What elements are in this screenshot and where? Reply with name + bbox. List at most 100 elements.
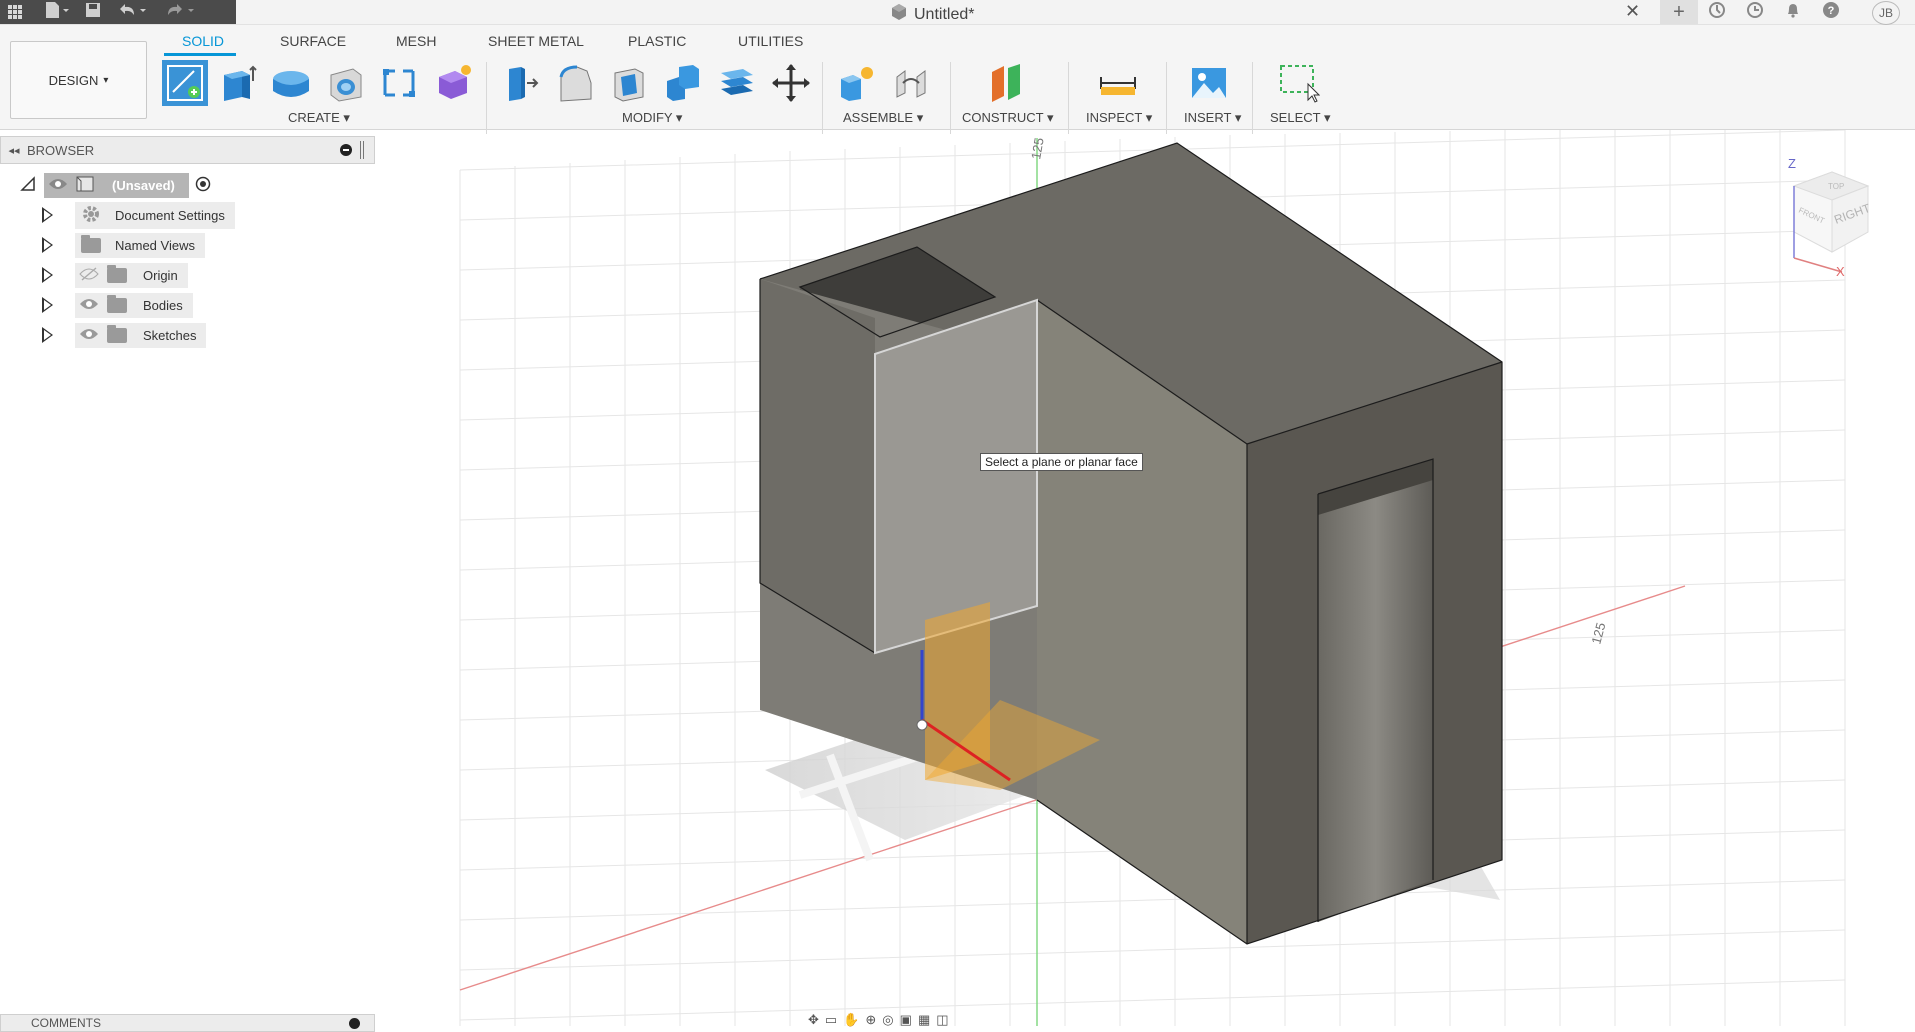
- tree-root[interactable]: (Unsaved): [20, 172, 211, 198]
- viewcube: RIGHT FRONT TOP Z X: [1788, 156, 1873, 279]
- zoom-icon[interactable]: ⊕: [865, 1012, 876, 1027]
- tab-plastic[interactable]: PLASTIC: [628, 33, 686, 49]
- file-icon[interactable]: [44, 1, 70, 23]
- browser-header: ◂◂ BROWSER: [0, 136, 375, 164]
- expand-triangle-icon[interactable]: [42, 237, 53, 253]
- select-window-icon[interactable]: [1276, 60, 1322, 106]
- workspace-switcher[interactable]: DESIGN ▾: [10, 41, 147, 119]
- panel-divider-handle[interactable]: [360, 141, 364, 159]
- tree-item-origin[interactable]: Origin: [42, 262, 188, 288]
- history-icon[interactable]: [1736, 1, 1774, 23]
- grid-menu-icon[interactable]: [0, 0, 30, 24]
- shell-icon[interactable]: [606, 60, 652, 106]
- fit-icon[interactable]: ◎: [882, 1012, 893, 1027]
- tab-sheet-metal[interactable]: SHEET METAL: [488, 33, 584, 49]
- expand-comments-icon[interactable]: [349, 1018, 360, 1029]
- component-icon: [74, 175, 96, 196]
- group-separator: [486, 62, 487, 134]
- undo-icon[interactable]: [116, 1, 150, 23]
- measure-icon[interactable]: [1095, 60, 1141, 106]
- viewcube-top: TOP: [1828, 182, 1844, 191]
- revolve-icon[interactable]: [268, 60, 314, 106]
- viewports-icon[interactable]: ◫: [936, 1012, 948, 1027]
- tree-label: Named Views: [107, 234, 205, 256]
- eye-icon[interactable]: [79, 327, 99, 344]
- job-status-icon[interactable]: [1698, 1, 1736, 23]
- construct-plane-icon[interactable]: [983, 60, 1029, 106]
- expand-triangle-icon[interactable]: [42, 297, 53, 313]
- comments-title: COMMENTS: [31, 1016, 101, 1030]
- eye-icon[interactable]: [48, 177, 68, 194]
- plus-icon[interactable]: +: [1660, 0, 1698, 24]
- browser-panel: ◂◂ BROWSER (Unsaved) Document Settings N…: [0, 130, 375, 1026]
- create-menu[interactable]: CREATE ▾: [288, 110, 350, 126]
- comments-panel[interactable]: COMMENTS: [0, 1014, 375, 1032]
- folder-icon: [81, 234, 101, 253]
- tree-item-bodies[interactable]: Bodies: [42, 292, 193, 318]
- insert-image-icon[interactable]: [1186, 60, 1232, 106]
- tree-item-sketches[interactable]: Sketches: [42, 322, 207, 348]
- axis-label-top: 125: [1028, 137, 1047, 161]
- grid-settings-icon[interactable]: ▦: [918, 1012, 930, 1027]
- help-icon[interactable]: ?: [1812, 1, 1850, 23]
- expand-triangle-icon[interactable]: [42, 327, 53, 343]
- group-separator: [1068, 62, 1069, 134]
- press-pull-icon[interactable]: [498, 60, 544, 106]
- minimize-panel-icon[interactable]: [340, 144, 352, 156]
- tooltip: Select a plane or planar face: [980, 453, 1143, 471]
- look-at-icon[interactable]: ▭: [825, 1012, 837, 1027]
- avatar[interactable]: JB: [1872, 1, 1900, 25]
- display-settings-icon[interactable]: ▣: [900, 1012, 912, 1027]
- collapse-panel-icon[interactable]: ◂◂: [1, 144, 27, 157]
- solid-body: [759, 142, 1503, 945]
- activate-radio-icon[interactable]: [195, 176, 211, 195]
- expand-triangle-icon[interactable]: [42, 267, 53, 283]
- offset-plane-icon[interactable]: [714, 60, 760, 106]
- create-sketch-icon[interactable]: [162, 60, 208, 106]
- header-tools: + ?: [1660, 0, 1850, 24]
- hole-icon[interactable]: [322, 60, 368, 106]
- collapse-triangle-icon[interactable]: [20, 175, 38, 195]
- combine-icon[interactable]: [660, 60, 706, 106]
- tab-mesh[interactable]: MESH: [396, 33, 436, 49]
- save-icon[interactable]: [84, 1, 102, 23]
- pan-icon[interactable]: ✋: [843, 1012, 859, 1027]
- svg-text:?: ?: [1828, 5, 1835, 17]
- tree-item-named-views[interactable]: Named Views: [42, 232, 205, 258]
- close-tab-icon[interactable]: ✕: [1625, 1, 1640, 22]
- pattern-icon[interactable]: [376, 60, 422, 106]
- insert-menu[interactable]: INSERT ▾: [1184, 110, 1241, 126]
- fillet-icon[interactable]: [552, 60, 598, 106]
- tree-label: Origin: [135, 264, 188, 286]
- folder-icon: [107, 294, 127, 313]
- new-component-icon[interactable]: [834, 60, 880, 106]
- eye-hidden-icon[interactable]: [79, 266, 99, 284]
- assemble-menu[interactable]: ASSEMBLE ▾: [843, 110, 923, 126]
- joint-icon[interactable]: [888, 60, 934, 106]
- tab-utilities[interactable]: UTILITIES: [738, 33, 803, 49]
- cube-icon: [890, 3, 908, 26]
- group-separator: [1252, 62, 1253, 134]
- move-icon[interactable]: [768, 60, 814, 106]
- modify-menu[interactable]: MODIFY ▾: [622, 110, 682, 126]
- active-tab-indicator: [164, 53, 236, 56]
- notifications-icon[interactable]: [1774, 1, 1812, 23]
- browser-title: BROWSER: [27, 142, 95, 158]
- construct-menu[interactable]: CONSTRUCT ▾: [962, 110, 1054, 126]
- inspect-menu[interactable]: INSPECT ▾: [1086, 110, 1152, 126]
- orbit-icon[interactable]: ✥: [808, 1012, 819, 1027]
- extrude-icon[interactable]: [215, 60, 261, 106]
- redo-icon[interactable]: [164, 1, 198, 23]
- eye-icon[interactable]: [79, 297, 99, 314]
- group-separator: [822, 62, 823, 134]
- tree-item-document-settings[interactable]: Document Settings: [42, 201, 235, 229]
- expand-triangle-icon[interactable]: [42, 207, 53, 223]
- tab-surface[interactable]: SURFACE: [280, 33, 346, 49]
- tooltip-text: Select a plane or planar face: [985, 455, 1138, 469]
- form-icon[interactable]: [430, 60, 476, 106]
- select-menu[interactable]: SELECT ▾: [1270, 110, 1330, 126]
- group-separator: [950, 62, 951, 134]
- tab-solid[interactable]: SOLID: [182, 33, 224, 49]
- quick-access-toolbar: [30, 0, 236, 24]
- title-bar: Untitled* ✕ + ? JB: [0, 0, 1915, 25]
